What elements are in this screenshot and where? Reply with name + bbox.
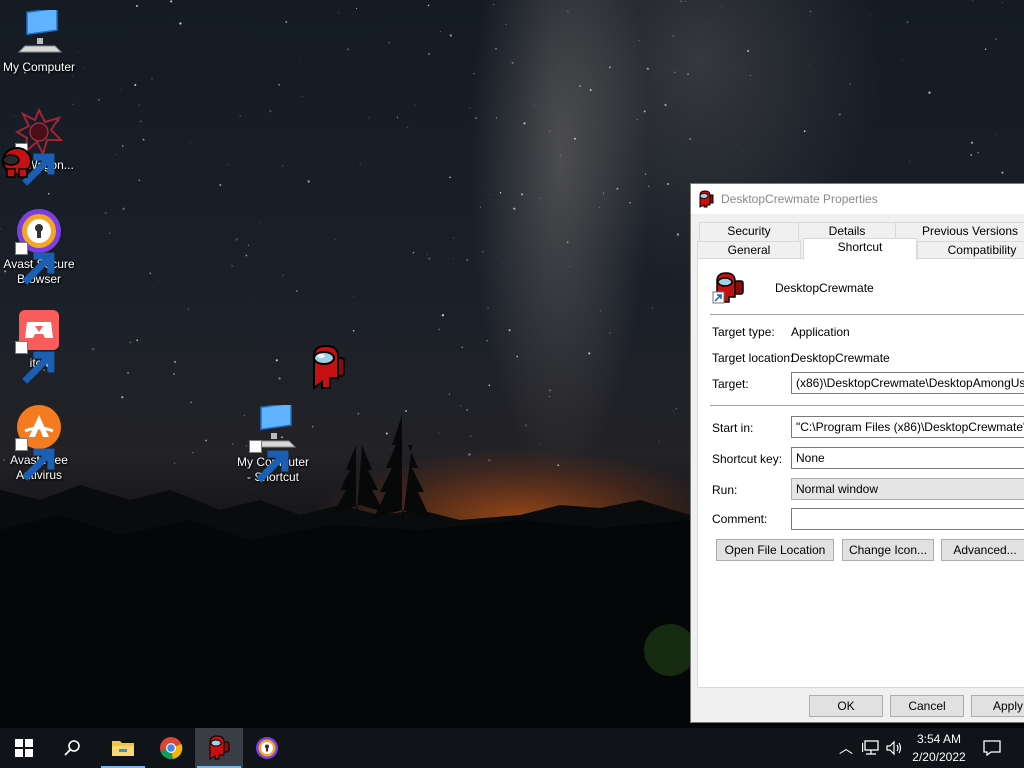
target-location-value: DesktopCrewmate bbox=[791, 351, 890, 365]
open-file-location-button[interactable]: Open File Location bbox=[716, 539, 834, 561]
desktop-icon-itch[interactable]: itch bbox=[0, 306, 78, 384]
network-icon bbox=[862, 740, 879, 755]
chrome-icon bbox=[160, 737, 183, 760]
cancel-button[interactable]: Cancel bbox=[890, 695, 964, 717]
apply-button[interactable]: Apply bbox=[971, 695, 1024, 717]
network-button[interactable] bbox=[860, 728, 882, 768]
shortcut-arrow-icon bbox=[15, 341, 55, 384]
desktop-icon-my-computer[interactable]: My Computer bbox=[0, 7, 78, 75]
crewmate-icon bbox=[2, 147, 32, 178]
windows-start-icon bbox=[15, 739, 33, 757]
shortcut-tab-panel: DesktopCrewmate Target type: Application… bbox=[697, 258, 1024, 688]
speaker-icon bbox=[886, 740, 902, 756]
crewmate-icon bbox=[209, 735, 230, 760]
search-button[interactable] bbox=[48, 728, 96, 768]
crewmate-icon bbox=[712, 272, 744, 304]
shortcut-arrow-icon bbox=[15, 242, 55, 285]
shortcut-name: DesktopCrewmate bbox=[775, 281, 874, 295]
clock-date: 2/20/2022 bbox=[912, 750, 966, 764]
desktop-icon-avast-secure-browser[interactable]: Avast Secure Browser bbox=[0, 207, 78, 287]
clock-time: 3:54 AM bbox=[916, 732, 962, 746]
desktop-crewmate-character[interactable] bbox=[0, 143, 34, 179]
run-select[interactable]: Normal window ⌄ bbox=[791, 478, 1024, 500]
desktop-icon-avast-free-antivirus[interactable]: Avast Free Antivirus bbox=[0, 403, 78, 483]
monitor-icon bbox=[17, 7, 63, 53]
tab-shortcut[interactable]: Shortcut bbox=[803, 238, 917, 260]
shortcut-key-label: Shortcut key: bbox=[712, 452, 783, 466]
comment-label: Comment: bbox=[712, 512, 768, 526]
crewmate-icon bbox=[313, 344, 345, 390]
start-in-input[interactable]: "C:\Program Files (x86)\DesktopCrewmate" bbox=[791, 416, 1024, 438]
taskbar-file-explorer[interactable] bbox=[99, 728, 147, 768]
desktop-icon-label: My Computer bbox=[2, 60, 76, 74]
dialog-titlebar[interactable]: DesktopCrewmate Properties bbox=[691, 184, 1024, 214]
ok-button[interactable]: OK bbox=[809, 695, 883, 717]
shortcut-key-input[interactable]: None bbox=[791, 447, 1024, 469]
target-label: Target: bbox=[712, 377, 749, 391]
crewmate-icon bbox=[699, 190, 714, 208]
search-icon bbox=[64, 740, 80, 756]
start-button[interactable] bbox=[0, 728, 48, 768]
tab-security[interactable]: Security bbox=[699, 222, 799, 241]
volume-button[interactable] bbox=[884, 728, 906, 768]
target-type-label: Target type: bbox=[712, 325, 775, 339]
change-icon-button[interactable]: Change Icon... bbox=[842, 539, 934, 561]
divider bbox=[710, 314, 1024, 315]
taskbar-clock[interactable]: 3:54 AM 2/20/2022 bbox=[905, 730, 973, 766]
desktop-icon-my-computer-shortcut[interactable]: My Computer - Shortcut bbox=[234, 402, 312, 485]
desktop-crewmate-character[interactable] bbox=[306, 344, 348, 392]
dialog-title: DesktopCrewmate Properties bbox=[721, 192, 878, 206]
shortcut-arrow-icon bbox=[249, 440, 289, 483]
advanced-button[interactable]: Advanced... bbox=[941, 539, 1024, 561]
dialog-tabs: Security Details Previous Versions Gener… bbox=[691, 214, 1024, 262]
action-center-button[interactable] bbox=[980, 728, 1004, 768]
run-label: Run: bbox=[712, 483, 738, 497]
file-explorer-icon bbox=[112, 741, 134, 756]
avast-secure-browser-icon bbox=[256, 737, 278, 759]
taskbar: ︿ 3:54 AM 2/20/2022 bbox=[0, 728, 1024, 768]
taskbar-avast-secure-browser[interactable] bbox=[243, 728, 291, 768]
divider bbox=[710, 405, 1024, 406]
show-hidden-icons-button[interactable]: ︿ bbox=[838, 728, 854, 768]
taskbar-chrome[interactable] bbox=[147, 728, 195, 768]
shortcut-arrow-icon bbox=[15, 438, 55, 481]
notification-icon bbox=[983, 740, 1001, 756]
chevron-up-icon: ︿ bbox=[839, 740, 853, 756]
taskbar-desktop-crewmate[interactable] bbox=[195, 728, 243, 768]
target-location-label: Target location: bbox=[712, 351, 794, 365]
start-in-label: Start in: bbox=[712, 421, 754, 435]
run-select-value: Normal window bbox=[796, 482, 879, 496]
target-input[interactable]: (x86)\DesktopCrewmate\DesktopAmongUs.exe… bbox=[791, 372, 1024, 394]
comment-input[interactable] bbox=[791, 508, 1024, 530]
target-type-value: Application bbox=[791, 325, 850, 339]
properties-dialog: DesktopCrewmate Properties Security Deta… bbox=[690, 183, 1024, 723]
